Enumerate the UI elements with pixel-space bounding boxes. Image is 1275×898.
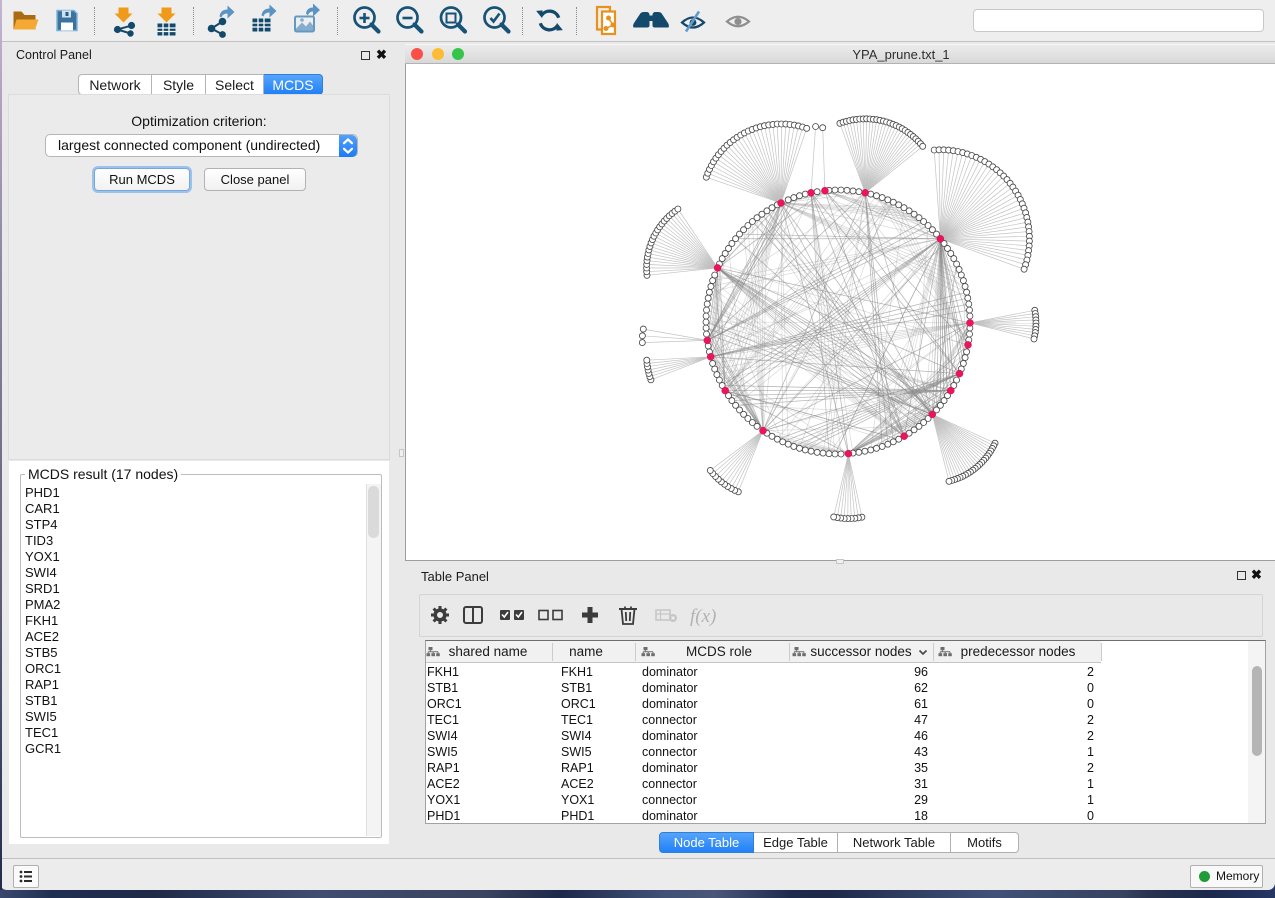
svg-text:f(x): f(x) xyxy=(690,606,716,627)
